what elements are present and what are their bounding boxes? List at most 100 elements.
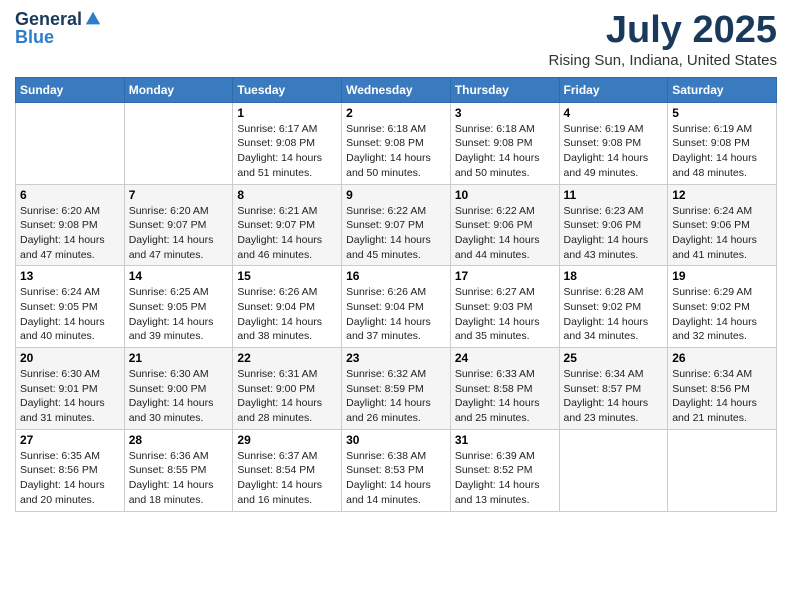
day-number: 4 — [564, 106, 664, 120]
day-number: 24 — [455, 351, 555, 365]
calendar-header-friday: Friday — [559, 77, 668, 102]
day-info: Sunrise: 6:34 AMSunset: 8:57 PMDaylight:… — [564, 367, 664, 426]
day-info: Sunrise: 6:29 AMSunset: 9:02 PMDaylight:… — [672, 285, 772, 344]
day-number: 15 — [237, 269, 337, 283]
day-number: 29 — [237, 433, 337, 447]
logo-bird-icon — [84, 10, 102, 28]
calendar-cell: 8Sunrise: 6:21 AMSunset: 9:07 PMDaylight… — [233, 184, 342, 266]
day-number: 5 — [672, 106, 772, 120]
calendar-cell: 17Sunrise: 6:27 AMSunset: 9:03 PMDayligh… — [450, 266, 559, 348]
day-number: 31 — [455, 433, 555, 447]
calendar-week-row-3: 13 Sunrise: 6:24 AMSunset: 9:05 PMDayligh… — [16, 266, 777, 348]
calendar-header-row: SundayMondayTuesdayWednesdayThursdayFrid… — [16, 77, 777, 102]
calendar-cell: 30 Sunrise: 6:38 AMSunset: 8:53 PMDayligh… — [342, 429, 451, 511]
day-number: 11 — [564, 188, 664, 202]
day-info: Sunrise: 6:22 AMSunset: 9:06 PMDaylight:… — [455, 204, 555, 263]
calendar-cell: 27 Sunrise: 6:35 AMSunset: 8:56 PMDayligh… — [16, 429, 125, 511]
calendar-header-thursday: Thursday — [450, 77, 559, 102]
calendar-cell: 15 Sunrise: 6:26 AMSunset: 9:04 PMDayligh… — [233, 266, 342, 348]
calendar-cell: 28 Sunrise: 6:36 AMSunset: 8:55 PMDayligh… — [124, 429, 233, 511]
calendar-cell: 2 Sunrise: 6:18 AMSunset: 9:08 PMDaylight… — [342, 102, 451, 184]
calendar-cell: 7 Sunrise: 6:20 AMSunset: 9:07 PMDaylight… — [124, 184, 233, 266]
day-number: 22 — [237, 351, 337, 365]
page-title: July 2025 — [549, 10, 777, 52]
calendar-header-saturday: Saturday — [668, 77, 777, 102]
day-info: Sunrise: 6:24 AMSunset: 9:05 PMDaylight:… — [20, 285, 120, 344]
calendar-week-row-4: 20 Sunrise: 6:30 AMSunset: 9:01 PMDayligh… — [16, 348, 777, 430]
calendar-header-tuesday: Tuesday — [233, 77, 342, 102]
calendar-table: SundayMondayTuesdayWednesdayThursdayFrid… — [15, 77, 777, 512]
day-info: Sunrise: 6:20 AMSunset: 9:07 PMDaylight:… — [129, 204, 229, 263]
day-info: Sunrise: 6:19 AMSunset: 9:08 PMDaylight:… — [564, 122, 664, 181]
day-info: Sunrise: 6:37 AMSunset: 8:54 PMDaylight:… — [237, 449, 337, 508]
day-number: 13 — [20, 269, 120, 283]
day-number: 7 — [129, 188, 229, 202]
day-info: Sunrise: 6:24 AMSunset: 9:06 PMDaylight:… — [672, 204, 772, 263]
calendar-header-monday: Monday — [124, 77, 233, 102]
page-subtitle: Rising Sun, Indiana, United States — [549, 52, 777, 69]
calendar-cell — [16, 102, 125, 184]
day-info: Sunrise: 6:39 AMSunset: 8:52 PMDaylight:… — [455, 449, 555, 508]
day-info: Sunrise: 6:19 AMSunset: 9:08 PMDaylight:… — [672, 122, 772, 181]
day-info: Sunrise: 6:34 AMSunset: 8:56 PMDaylight:… — [672, 367, 772, 426]
calendar-cell: 18Sunrise: 6:28 AMSunset: 9:02 PMDayligh… — [559, 266, 668, 348]
day-number: 30 — [346, 433, 446, 447]
calendar-cell: 5 Sunrise: 6:19 AMSunset: 9:08 PMDaylight… — [668, 102, 777, 184]
day-number: 12 — [672, 188, 772, 202]
day-info: Sunrise: 6:20 AMSunset: 9:08 PMDaylight:… — [20, 204, 120, 263]
day-number: 27 — [20, 433, 120, 447]
day-info: Sunrise: 6:18 AMSunset: 9:08 PMDaylight:… — [455, 122, 555, 181]
calendar-cell — [559, 429, 668, 511]
logo-blue-text: Blue — [15, 28, 54, 46]
day-number: 26 — [672, 351, 772, 365]
calendar-week-row-1: 1Sunrise: 6:17 AMSunset: 9:08 PMDaylight… — [16, 102, 777, 184]
day-number: 19 — [672, 269, 772, 283]
calendar-cell: 12 Sunrise: 6:24 AMSunset: 9:06 PMDayligh… — [668, 184, 777, 266]
calendar-cell: 24 Sunrise: 6:33 AMSunset: 8:58 PMDayligh… — [450, 348, 559, 430]
day-info: Sunrise: 6:25 AMSunset: 9:05 PMDaylight:… — [129, 285, 229, 344]
calendar-cell: 9 Sunrise: 6:22 AMSunset: 9:07 PMDaylight… — [342, 184, 451, 266]
calendar-cell: 20 Sunrise: 6:30 AMSunset: 9:01 PMDayligh… — [16, 348, 125, 430]
day-number: 14 — [129, 269, 229, 283]
calendar-cell: 19 Sunrise: 6:29 AMSunset: 9:02 PMDayligh… — [668, 266, 777, 348]
day-info: Sunrise: 6:22 AMSunset: 9:07 PMDaylight:… — [346, 204, 446, 263]
day-number: 10 — [455, 188, 555, 202]
day-info: Sunrise: 6:30 AMSunset: 9:01 PMDaylight:… — [20, 367, 120, 426]
day-info: Sunrise: 6:33 AMSunset: 8:58 PMDaylight:… — [455, 367, 555, 426]
day-info: Sunrise: 6:18 AMSunset: 9:08 PMDaylight:… — [346, 122, 446, 181]
day-info: Sunrise: 6:36 AMSunset: 8:55 PMDaylight:… — [129, 449, 229, 508]
day-number: 20 — [20, 351, 120, 365]
calendar-header-wednesday: Wednesday — [342, 77, 451, 102]
day-info: Sunrise: 6:30 AMSunset: 9:00 PMDaylight:… — [129, 367, 229, 426]
calendar-cell: 3Sunrise: 6:18 AMSunset: 9:08 PMDaylight… — [450, 102, 559, 184]
calendar-cell: 4 Sunrise: 6:19 AMSunset: 9:08 PMDaylight… — [559, 102, 668, 184]
calendar-cell: 10 Sunrise: 6:22 AMSunset: 9:06 PMDayligh… — [450, 184, 559, 266]
day-info: Sunrise: 6:26 AMSunset: 9:04 PMDaylight:… — [346, 285, 446, 344]
day-info: Sunrise: 6:35 AMSunset: 8:56 PMDaylight:… — [20, 449, 120, 508]
day-number: 2 — [346, 106, 446, 120]
calendar-cell — [668, 429, 777, 511]
day-number: 8 — [237, 188, 337, 202]
day-info: Sunrise: 6:32 AMSunset: 8:59 PMDaylight:… — [346, 367, 446, 426]
day-number: 23 — [346, 351, 446, 365]
day-number: 6 — [20, 188, 120, 202]
header: General Blue July 2025 Rising Sun, India… — [15, 10, 777, 69]
calendar-cell — [124, 102, 233, 184]
calendar-cell: 11Sunrise: 6:23 AMSunset: 9:06 PMDayligh… — [559, 184, 668, 266]
calendar-cell: 16Sunrise: 6:26 AMSunset: 9:04 PMDayligh… — [342, 266, 451, 348]
day-info: Sunrise: 6:28 AMSunset: 9:02 PMDaylight:… — [564, 285, 664, 344]
day-info: Sunrise: 6:38 AMSunset: 8:53 PMDaylight:… — [346, 449, 446, 508]
title-area: July 2025 Rising Sun, Indiana, United St… — [549, 10, 777, 69]
logo: General Blue — [15, 10, 102, 46]
calendar-cell: 13 Sunrise: 6:24 AMSunset: 9:05 PMDayligh… — [16, 266, 125, 348]
calendar-cell: 22Sunrise: 6:31 AMSunset: 9:00 PMDayligh… — [233, 348, 342, 430]
calendar-cell: 1Sunrise: 6:17 AMSunset: 9:08 PMDaylight… — [233, 102, 342, 184]
day-info: Sunrise: 6:26 AMSunset: 9:04 PMDaylight:… — [237, 285, 337, 344]
calendar-cell: 31 Sunrise: 6:39 AMSunset: 8:52 PMDayligh… — [450, 429, 559, 511]
calendar-cell: 25 Sunrise: 6:34 AMSunset: 8:57 PMDayligh… — [559, 348, 668, 430]
calendar-cell: 23 Sunrise: 6:32 AMSunset: 8:59 PMDayligh… — [342, 348, 451, 430]
logo-general-text: General — [15, 10, 82, 28]
day-number: 28 — [129, 433, 229, 447]
day-number: 25 — [564, 351, 664, 365]
day-number: 9 — [346, 188, 446, 202]
